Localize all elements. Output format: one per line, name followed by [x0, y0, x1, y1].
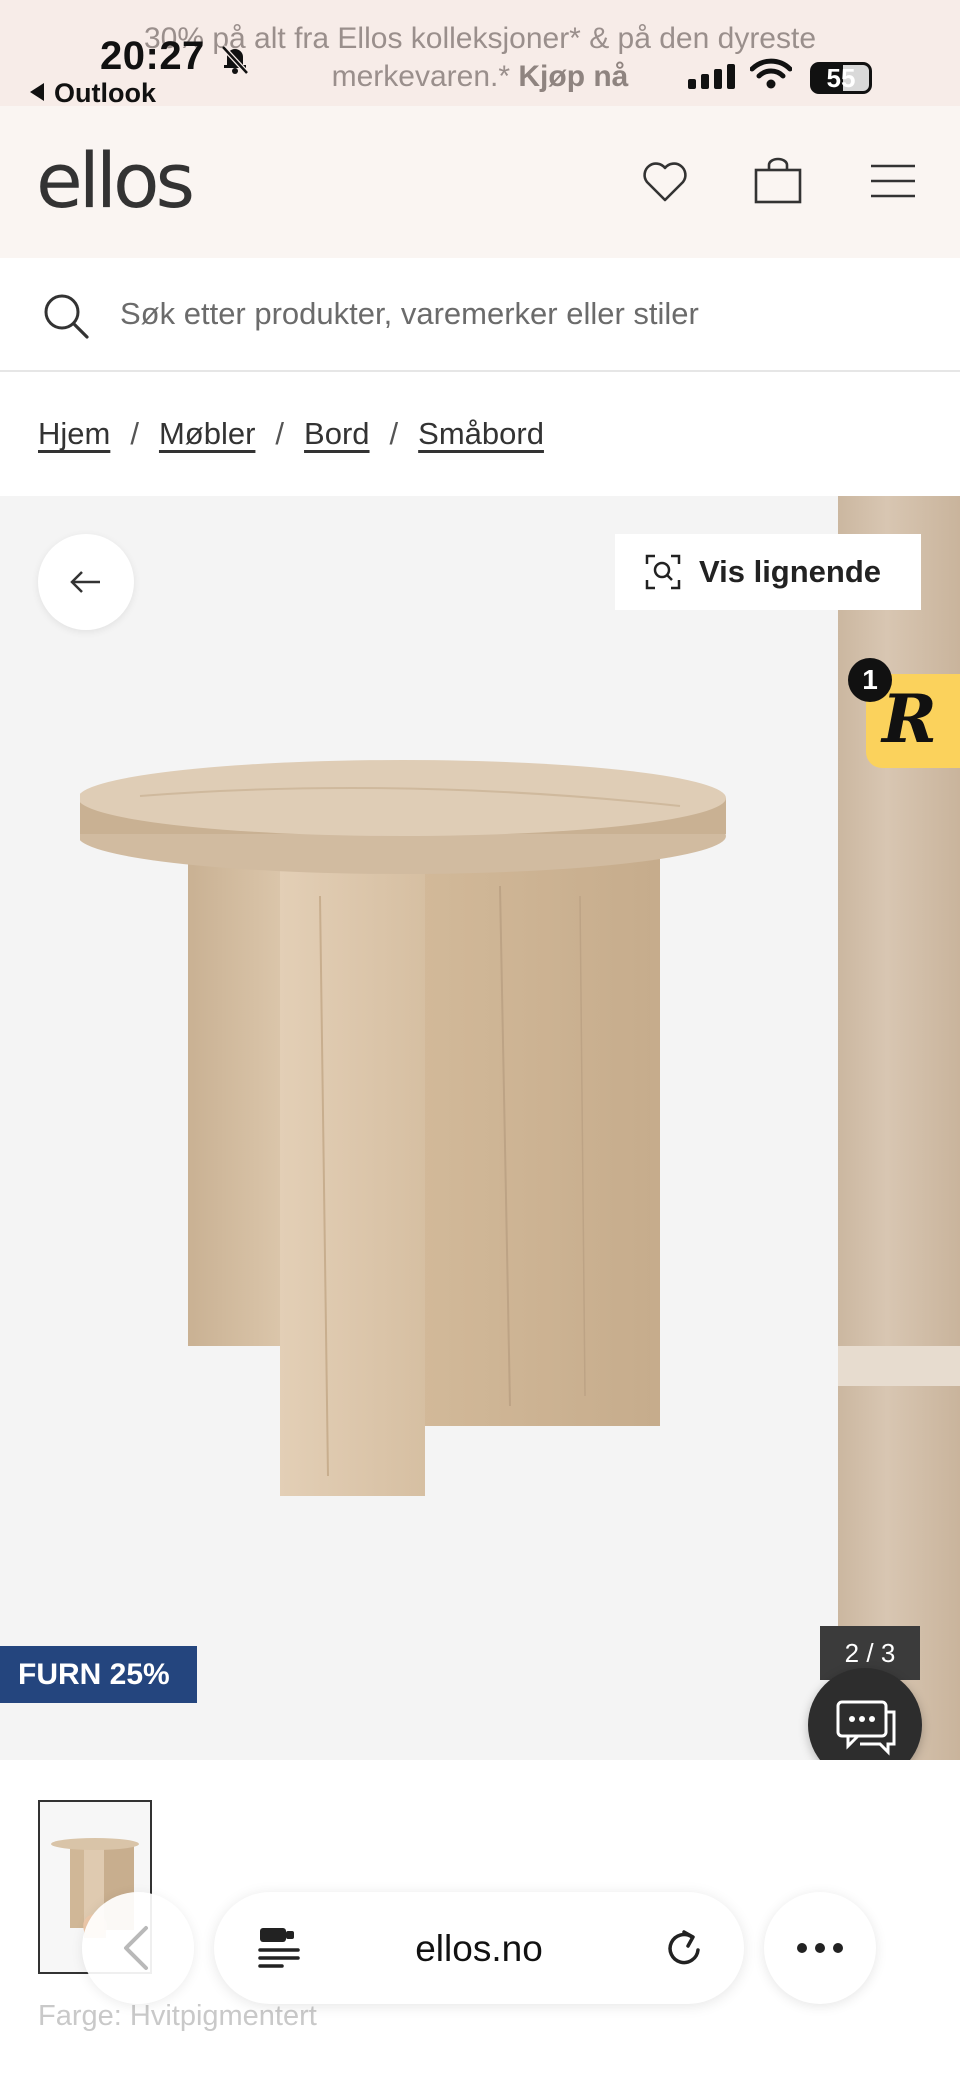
product-image-side-table: [80, 760, 726, 1496]
address-bar[interactable]: ellos.no: [214, 1892, 744, 2004]
chat-icon: [836, 1700, 896, 1756]
show-similar-button[interactable]: Vis lignende: [615, 534, 921, 610]
image-counter-separator: /: [866, 1638, 874, 1668]
heart-icon[interactable]: [640, 156, 690, 206]
breadcrumb-furniture[interactable]: Møbler: [159, 416, 255, 452]
chat-button[interactable]: [808, 1668, 922, 1760]
promo-cta-link[interactable]: Kjøp nå: [518, 60, 628, 93]
battery-icon: 55: [810, 62, 872, 94]
wifi-icon: [750, 58, 792, 89]
breadcrumb: Hjem / Møbler / Bord / Småbord: [38, 416, 544, 452]
cellular-signal-icon: [688, 64, 735, 89]
search-icon: [44, 294, 89, 339]
arrow-left-icon: [70, 571, 100, 593]
breadcrumb-separator: /: [275, 416, 285, 451]
search-bar[interactable]: Søk etter produkter, varemerker eller st…: [0, 258, 960, 372]
ellos-logo[interactable]: ellos: [36, 136, 195, 225]
menu-icon[interactable]: [868, 156, 918, 206]
back-app-label: Outlook: [54, 78, 156, 108]
breadcrumb-separator: /: [389, 416, 399, 451]
reload-icon[interactable]: [660, 1924, 708, 1972]
color-label: Farge: Hvitpigmentert: [38, 2000, 317, 2032]
visual-search-icon: [645, 554, 681, 590]
discount-tag: FURN 25%: [0, 1646, 197, 1703]
battery-percent: 55: [826, 63, 856, 93]
bell-off-icon: [221, 45, 249, 75]
search-input[interactable]: Søk etter produkter, varemerker eller st…: [120, 296, 699, 332]
preview-table-edge: [838, 1346, 960, 1386]
breadcrumb-separator: /: [130, 416, 139, 451]
browser-back-button[interactable]: [82, 1892, 194, 2004]
image-counter-total: 3: [880, 1638, 896, 1668]
back-triangle-icon: [30, 83, 44, 101]
back-to-app-link[interactable]: Outlook: [30, 78, 156, 109]
chevron-left-icon: [124, 1926, 148, 1970]
product-image-gallery[interactable]: Vis lignende R 1 FURN 25% 2 / 3: [0, 496, 960, 1760]
rewards-logo-icon: R: [882, 680, 937, 758]
ellipsis-icon: [797, 1943, 843, 1953]
back-button[interactable]: [38, 534, 134, 630]
rewards-count-badge: 1: [848, 658, 892, 702]
breadcrumb-tables[interactable]: Bord: [304, 416, 369, 452]
breadcrumb-side-tables[interactable]: Småbord: [418, 416, 544, 452]
more-options-button[interactable]: [764, 1892, 876, 2004]
shopping-bag-icon[interactable]: [753, 156, 803, 206]
image-counter-current: 2: [844, 1638, 860, 1668]
status-time: 20:27: [100, 34, 205, 78]
breadcrumb-home[interactable]: Hjem: [38, 416, 110, 452]
site-header: ellos: [0, 106, 960, 258]
show-similar-label: Vis lignende: [699, 554, 882, 589]
